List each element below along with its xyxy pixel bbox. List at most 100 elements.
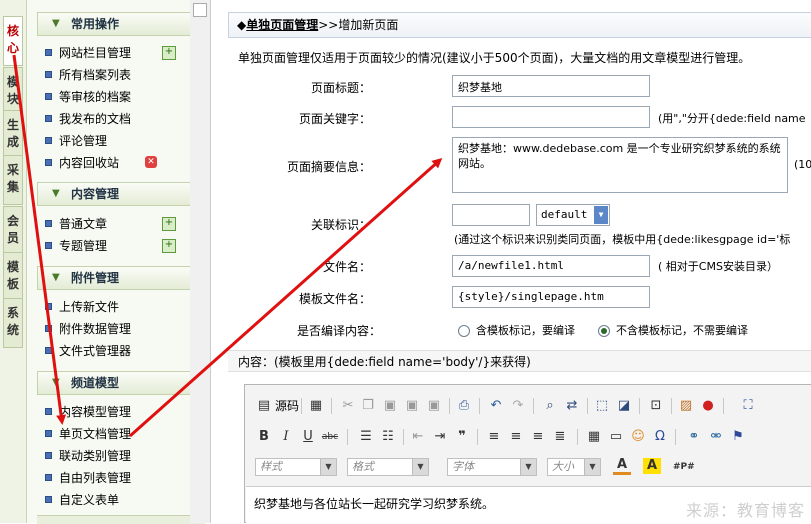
link-icon[interactable]: ⚭	[685, 428, 703, 446]
eraser-icon[interactable]: ◪	[615, 397, 633, 415]
paste-text-icon[interactable]: ▣	[403, 397, 421, 415]
replace-icon[interactable]: ⇄	[563, 397, 581, 415]
vtab-member[interactable]: 会员	[3, 206, 23, 256]
compile-option-1[interactable]: 含模板标记，要编译	[458, 322, 575, 338]
filename-input[interactable]: /a/newfile1.html	[452, 255, 650, 277]
unlink-icon[interactable]: ⚮	[707, 428, 725, 446]
collapse-arrow-icon: ▼	[52, 272, 60, 283]
image-icon[interactable]: ▨	[677, 397, 695, 415]
hr-icon[interactable]: ▭	[607, 428, 625, 446]
source-button-label[interactable]: 源码	[275, 397, 299, 415]
frame-splitter[interactable]	[190, 0, 211, 523]
menu-item-attach-data[interactable]: 附件数据管理	[45, 320, 131, 338]
vtab-collect[interactable]: 采集	[3, 155, 23, 205]
section-content-mgmt[interactable]: ▼ 内容管理	[37, 182, 205, 206]
cut-icon[interactable]: ✂	[339, 397, 357, 415]
flash-icon[interactable]: ●	[699, 397, 717, 415]
copy-icon[interactable]: ❐	[359, 397, 377, 415]
ordered-list-icon[interactable]: ☰	[357, 428, 375, 446]
text-color-icon[interactable]: A	[613, 458, 631, 475]
find-icon[interactable]: ⌕	[541, 397, 559, 415]
redo-icon[interactable]: ↷	[509, 397, 527, 415]
menu-item-all-archives[interactable]: 所有档案列表	[45, 66, 131, 84]
menu-item-single-page[interactable]: 单页文档管理	[45, 425, 131, 443]
justify-icon[interactable]: ≣	[551, 428, 569, 446]
select-all-icon[interactable]: ⬚	[593, 397, 611, 415]
maximize-icon[interactable]: ⛶	[739, 397, 757, 415]
strike-icon[interactable]: abc	[321, 428, 339, 446]
keywords-input[interactable]	[452, 106, 650, 128]
menu-item-label: 附件数据管理	[59, 322, 132, 336]
bullet-icon	[45, 71, 52, 78]
menu-item-linkage[interactable]: 联动类别管理	[45, 447, 131, 465]
size-combo[interactable]: 大小 ▼	[547, 458, 601, 476]
summary-textarea[interactable]: 织梦基地：www.dedebase.com 是一个专业研究织梦系统的系统网站。	[452, 137, 788, 193]
vtab-core[interactable]: 核心	[3, 16, 23, 66]
menu-item-file-manager[interactable]: 文件式管理器	[45, 342, 131, 360]
menu-item-free-list[interactable]: 自由列表管理	[45, 469, 131, 487]
likeid-select[interactable]: default ▼	[536, 204, 610, 226]
menu-item-catalog[interactable]: 网站栏目管理 +	[45, 44, 176, 62]
align-left-icon[interactable]: ≡	[485, 428, 503, 446]
vtab-generate[interactable]: 生成	[3, 110, 23, 160]
bullet-icon	[45, 137, 52, 144]
menu-item-my-docs[interactable]: 我发布的文档	[45, 110, 131, 128]
align-center-icon[interactable]: ≡	[507, 428, 525, 446]
radio-compile[interactable]	[458, 325, 470, 337]
bold-icon[interactable]: B	[255, 428, 273, 446]
print-icon[interactable]: ⎙	[455, 397, 473, 415]
section-channel-model[interactable]: ▼ 频道模型	[37, 371, 205, 395]
menu-item-recycle[interactable]: 内容回收站 ✕	[45, 154, 157, 172]
anchor-flag-icon[interactable]: ⚑	[729, 428, 747, 446]
table-icon[interactable]: ▦	[585, 428, 603, 446]
template-input[interactable]: {style}/singlepage.htm	[452, 286, 650, 308]
smiley-icon[interactable]: ☺	[629, 428, 647, 446]
vtab-template[interactable]: 模板	[3, 252, 23, 302]
section-title: 常用操作	[71, 17, 120, 31]
collapse-arrow-icon: ▼	[52, 188, 60, 199]
bullet-icon	[45, 159, 52, 166]
outdent-icon[interactable]: ⇤	[409, 428, 427, 446]
menu-item-pending[interactable]: 等审核的档案	[45, 88, 131, 106]
likeid-input[interactable]	[452, 204, 530, 226]
menu-item-custom-form[interactable]: 自定义表单	[45, 491, 119, 509]
format-combo[interactable]: 格式 ▼	[347, 458, 429, 476]
splitter-handle[interactable]	[193, 3, 207, 17]
bullet-icon	[45, 452, 52, 459]
underline-icon[interactable]: U	[299, 428, 317, 446]
menu-item-content-model[interactable]: 内容模型管理	[45, 403, 131, 421]
paste-icon[interactable]: ▣	[381, 397, 399, 415]
indent-icon[interactable]: ⇥	[431, 428, 449, 446]
section-attachments[interactable]: ▼ 附件管理	[37, 266, 205, 290]
preview-icon[interactable]: ⊡	[647, 397, 665, 415]
title-input[interactable]: 织梦基地	[452, 75, 650, 97]
breadcrumb-link[interactable]: 单独页面管理	[246, 18, 318, 32]
compile-option-2[interactable]: 不含模板标记，不需要编译	[598, 322, 748, 338]
special-char-icon[interactable]: Ω	[651, 428, 669, 446]
recycle-bin-icon[interactable]: ✕	[145, 156, 157, 168]
bg-color-icon[interactable]: A	[643, 458, 661, 474]
vtab-system[interactable]: 系统	[3, 298, 23, 348]
page-break-icon[interactable]: #P#	[673, 458, 695, 476]
radio-no-compile[interactable]	[598, 325, 610, 337]
undo-icon[interactable]: ↶	[487, 397, 505, 415]
menu-item-topic[interactable]: 专题管理 +	[45, 237, 176, 255]
toolbar-sep	[723, 398, 724, 414]
font-combo[interactable]: 字体 ▼	[447, 458, 537, 476]
vtab-collect-label: 采集	[6, 163, 19, 194]
align-right-icon[interactable]: ≡	[529, 428, 547, 446]
menu-item-comments[interactable]: 评论管理	[45, 132, 107, 150]
paste-word-icon[interactable]: ▣	[425, 397, 443, 415]
add-icon[interactable]: +	[162, 217, 176, 231]
style-combo[interactable]: 样式 ▼	[255, 458, 337, 476]
unordered-list-icon[interactable]: ☷	[379, 428, 397, 446]
italic-icon[interactable]: I	[277, 428, 295, 446]
menu-item-article[interactable]: 普通文章 +	[45, 215, 176, 233]
add-icon[interactable]: +	[162, 239, 176, 253]
source-icon[interactable]: ▤	[255, 397, 273, 415]
blockquote-icon[interactable]: ❞	[453, 428, 471, 446]
add-icon[interactable]: +	[162, 46, 176, 60]
document-icon[interactable]: ▦	[307, 397, 325, 415]
menu-item-upload[interactable]: 上传新文件	[45, 298, 119, 316]
section-common-ops[interactable]: ▼ 常用操作	[37, 12, 205, 36]
